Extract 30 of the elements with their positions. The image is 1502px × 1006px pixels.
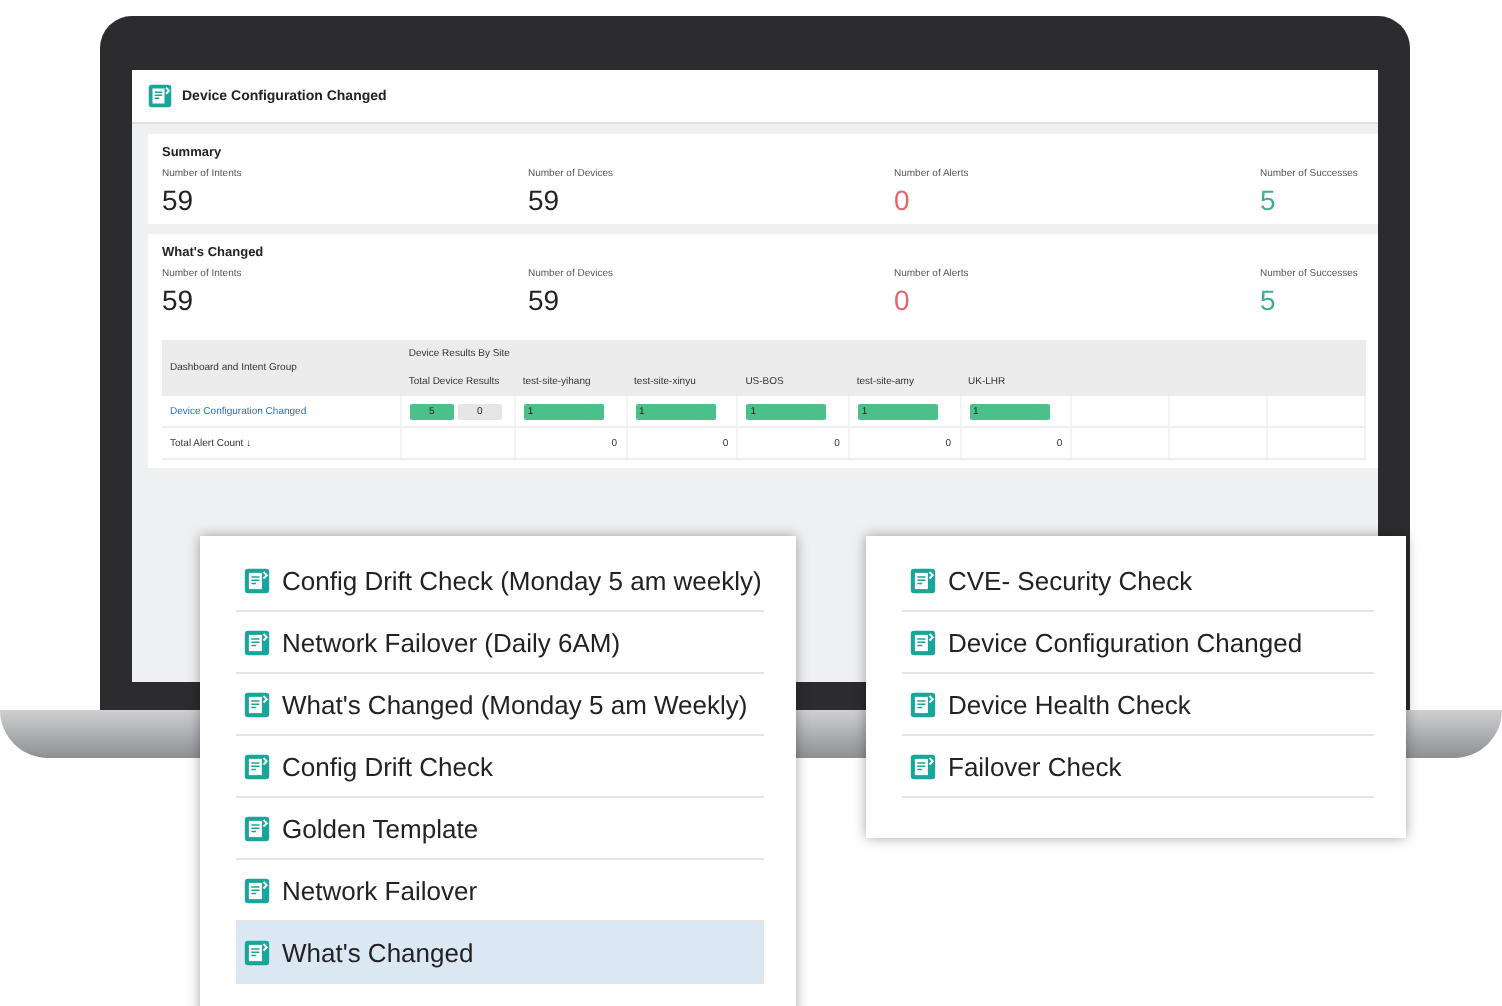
document-icon: [244, 877, 270, 903]
document-icon: [910, 691, 936, 717]
stat-value: 5: [1260, 184, 1278, 216]
stat-value: 0: [894, 284, 912, 316]
menu-item[interactable]: Config Drift Check (Monday 5 am weekly): [236, 550, 764, 612]
stat-value: 59: [528, 184, 562, 216]
menu-item[interactable]: Device Configuration Changed: [902, 612, 1374, 674]
menu-item[interactable]: Config Drift Check: [236, 736, 764, 798]
document-icon: [244, 567, 270, 593]
menu-item[interactable]: What's Changed (Monday 5 am Weekly): [236, 674, 764, 736]
menu-item[interactable]: Network Failover (Daily 6AM): [236, 612, 764, 674]
menu-item[interactable]: What's Changed: [236, 922, 764, 984]
document-icon: [244, 753, 270, 779]
document-icon: [244, 629, 270, 655]
stat-value: 0: [894, 184, 912, 216]
document-icon: [910, 753, 936, 779]
document-icon: [910, 567, 936, 593]
menu-item[interactable]: Golden Template: [236, 798, 764, 860]
menu-item[interactable]: Failover Check: [902, 736, 1374, 798]
document-icon: [910, 629, 936, 655]
menu-item[interactable]: CVE- Security Check: [902, 550, 1374, 612]
document-icon: [244, 815, 270, 841]
document-icon: [244, 691, 270, 717]
document-icon: [244, 939, 270, 965]
stat-value: 5: [1260, 284, 1278, 316]
stat-value: 59: [528, 284, 562, 316]
stat-value: 59: [162, 284, 196, 316]
document-icon: [148, 84, 172, 108]
stat-value: 59: [162, 184, 196, 216]
menu-item[interactable]: Device Health Check: [902, 674, 1374, 736]
